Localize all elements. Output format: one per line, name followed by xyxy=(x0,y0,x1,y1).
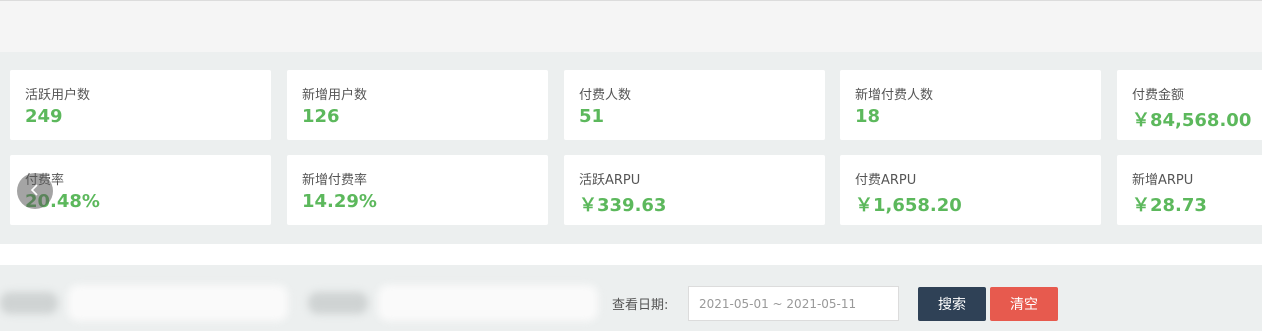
stat-value: ￥28.73 xyxy=(1132,195,1207,216)
stat-label: 活跃用户数 xyxy=(25,88,91,103)
stat-value: ￥1,658.20 xyxy=(855,195,962,216)
date-filter-label: 查看日期: xyxy=(612,298,669,313)
stat-card-active-users: 活跃用户数 249 xyxy=(10,70,271,140)
stat-card-new-pay-rate: 新增付费率 14.29% xyxy=(287,155,548,225)
stat-card-active-arpu: 活跃ARPU ￥339.63 xyxy=(564,155,825,225)
stat-label: 新增ARPU xyxy=(1132,173,1194,188)
stat-label: 新增付费人数 xyxy=(855,88,934,103)
redacted-filter-label xyxy=(0,292,58,314)
top-bar xyxy=(0,0,1262,52)
redacted-filter-input xyxy=(68,285,288,321)
stat-value: 51 xyxy=(579,106,605,127)
stat-label: 付费ARPU xyxy=(855,173,917,188)
stat-label: 付费人数 xyxy=(579,88,632,103)
dashboard-page: 活跃用户数 249 新增用户数 126 付费人数 51 新增付费人数 18 付费… xyxy=(0,0,1262,331)
date-range-input[interactable] xyxy=(688,286,899,321)
stat-card-paying-arpu: 付费ARPU ￥1,658.20 xyxy=(840,155,1101,225)
stat-value: 126 xyxy=(302,106,340,127)
stat-card-new-users: 新增用户数 126 xyxy=(287,70,548,140)
search-button[interactable]: 搜索 xyxy=(918,287,986,321)
stat-value: 18 xyxy=(855,106,881,127)
section-divider xyxy=(0,244,1262,265)
stat-card-new-arpu: 新增ARPU ￥28.73 xyxy=(1117,155,1262,225)
stat-label: 活跃ARPU xyxy=(579,173,641,188)
redacted-filter-input xyxy=(378,285,598,321)
stat-card-paying-users: 付费人数 51 xyxy=(564,70,825,140)
chevron-left-icon xyxy=(28,182,42,201)
stat-value: 14.29% xyxy=(302,191,377,212)
stat-value: ￥84,568.00 xyxy=(1132,110,1252,131)
clear-button[interactable]: 清空 xyxy=(990,287,1058,321)
stat-value: 249 xyxy=(25,106,63,127)
stat-label: 新增用户数 xyxy=(302,88,368,103)
stat-label: 新增付费率 xyxy=(302,173,368,188)
redacted-filter-label xyxy=(308,292,368,314)
stat-value: ￥339.63 xyxy=(579,195,667,216)
stat-label: 付费金额 xyxy=(1132,88,1185,103)
stat-card-new-paying-users: 新增付费人数 18 xyxy=(840,70,1101,140)
carousel-prev-button[interactable] xyxy=(17,173,53,209)
stat-card-payment-amount: 付费金额 ￥84,568.00 xyxy=(1117,70,1262,140)
